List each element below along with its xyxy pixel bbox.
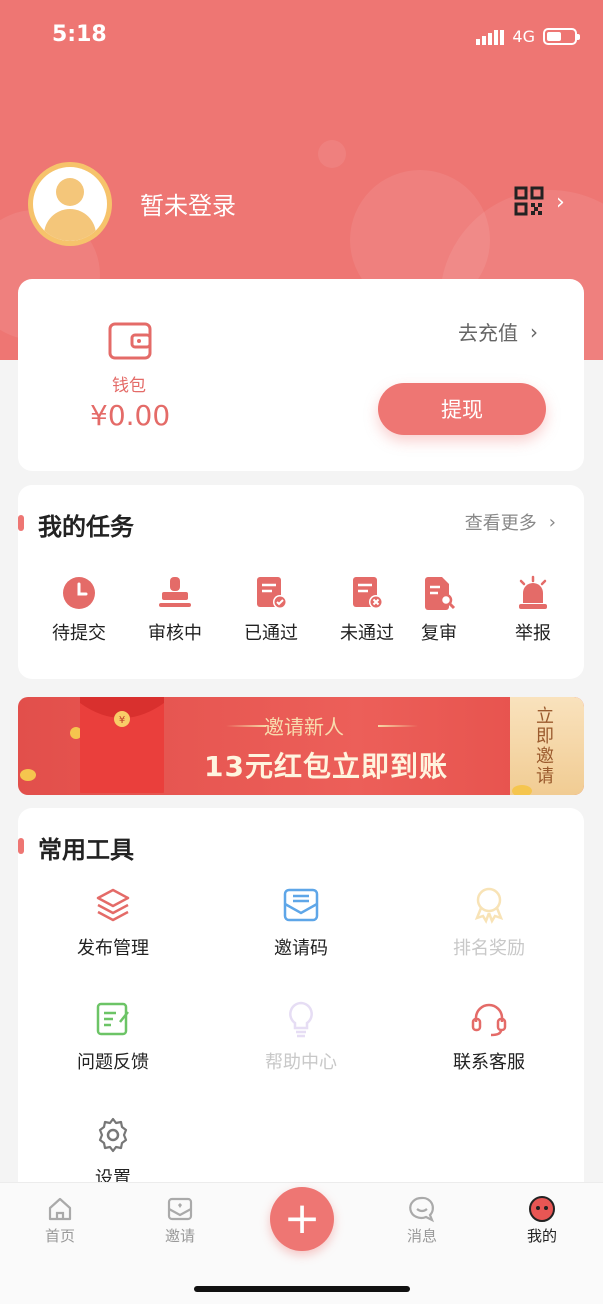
tool-invite-code[interactable]: 邀请码	[226, 886, 376, 960]
task-label: 待提交	[52, 623, 106, 644]
doc-approved-icon	[257, 577, 287, 609]
tab-label: 邀请	[164, 1227, 195, 1245]
tool-label: 排名奖励	[453, 938, 525, 959]
task-report[interactable]: 举报	[488, 575, 578, 645]
tab-profile[interactable]: 我的	[502, 1195, 582, 1246]
tool-feedback[interactable]: 问题反馈	[38, 1000, 188, 1074]
chevron-right-icon: ›	[548, 511, 556, 533]
tool-label: 问题反馈	[77, 1052, 149, 1073]
tab-label: 消息	[406, 1227, 437, 1245]
tool-label: 帮助中心	[265, 1052, 337, 1073]
signal-icon	[476, 29, 505, 45]
banner-divider	[226, 725, 266, 727]
wallet-card: 钱包 ¥0.00 去充值 › 提现	[18, 279, 584, 471]
task-reviewing[interactable]: 审核中	[130, 575, 220, 645]
banner-headline: 13元红包立即到账	[204, 750, 448, 783]
tasks-title: 我的任务	[38, 513, 134, 541]
medal-icon	[474, 887, 504, 924]
gear-icon	[98, 1117, 128, 1153]
view-more-link[interactable]: 查看更多 ›	[465, 509, 556, 535]
bottom-tab-bar: 首页 邀请 + 消息 我的	[0, 1182, 603, 1304]
tool-publish-manage[interactable]: 发布管理	[38, 886, 188, 960]
avatar[interactable]	[28, 162, 112, 246]
task-label: 复审	[421, 623, 457, 644]
chevron-right-icon: ›	[530, 319, 538, 344]
tool-label: 联系客服	[453, 1052, 525, 1073]
doc-search-icon	[425, 577, 456, 610]
banner-subtitle: 邀请新人	[264, 715, 344, 739]
tools-card: 常用工具 发布管理 邀请码 排名奖励 问题反馈 帮助中心 联系客服 设置	[18, 808, 584, 1190]
task-pending[interactable]: 待提交	[34, 575, 124, 645]
status-bar: 5:18 4G	[0, 0, 603, 72]
wallet-label: 钱包	[112, 376, 146, 396]
layers-icon	[96, 888, 130, 922]
tab-invite[interactable]: 邀请	[140, 1195, 220, 1246]
task-label: 举报	[515, 623, 551, 644]
invite-banner[interactable]: ¥ 邀请新人 13元红包立即到账 立即邀请	[18, 697, 584, 795]
user-icon	[33, 167, 107, 241]
qr-code-icon[interactable]	[514, 186, 544, 216]
home-indicator	[194, 1286, 410, 1292]
login-status[interactable]: 暂未登录	[140, 186, 236, 221]
section-marker	[18, 838, 24, 854]
clock-icon	[63, 577, 95, 609]
stamp-icon	[159, 577, 191, 607]
tab-label: 首页	[44, 1227, 75, 1245]
invite-icon	[167, 1197, 193, 1221]
tools-title: 常用工具	[38, 836, 134, 864]
envelope-icon	[283, 888, 319, 922]
profile-header[interactable]: 暂未登录 ›	[28, 160, 588, 246]
edit-icon	[96, 1002, 129, 1036]
task-label: 审核中	[148, 623, 202, 644]
recharge-label: 去充值	[458, 321, 518, 345]
task-label: 已通过	[244, 623, 298, 644]
status-indicators: 4G	[476, 27, 580, 46]
doc-rejected-icon	[353, 577, 383, 609]
section-marker	[18, 515, 24, 531]
add-button[interactable]: +	[270, 1187, 334, 1251]
recharge-link[interactable]: 去充值 ›	[458, 317, 538, 346]
chevron-right-icon[interactable]: ›	[556, 190, 565, 215]
banner-divider	[378, 725, 418, 727]
headset-icon	[471, 1003, 507, 1037]
alarm-icon	[519, 575, 547, 609]
tool-ranking-reward[interactable]: 排名奖励	[414, 886, 564, 960]
tool-label: 邀请码	[274, 938, 328, 959]
message-icon	[409, 1196, 435, 1223]
tool-settings[interactable]: 设置	[38, 1116, 188, 1190]
red-envelope-icon: ¥	[80, 697, 164, 793]
lightbulb-icon	[289, 1001, 313, 1038]
invite-now-ribbon[interactable]: 立即邀请	[510, 697, 584, 795]
tab-messages[interactable]: 消息	[382, 1195, 462, 1246]
coin-icon	[20, 769, 36, 781]
profile-icon	[529, 1196, 555, 1222]
invite-now-label: 立即邀请	[536, 706, 554, 787]
network-label: 4G	[512, 27, 535, 46]
withdraw-button[interactable]: 提现	[378, 383, 546, 435]
tool-label: 发布管理	[77, 938, 149, 959]
tasks-card: 我的任务 查看更多 › 待提交 审核中 已通过 未通过 复审 举报	[18, 485, 584, 679]
battery-icon	[543, 28, 580, 45]
task-approved[interactable]: 已通过	[226, 575, 316, 645]
task-re-review[interactable]: 复审	[394, 575, 484, 645]
tool-help-center[interactable]: 帮助中心	[226, 1000, 376, 1074]
svg-text:¥: ¥	[119, 715, 125, 726]
tool-customer-service[interactable]: 联系客服	[414, 1000, 564, 1074]
coin-icon	[512, 785, 532, 795]
wallet-icon	[108, 322, 152, 360]
view-more-label: 查看更多	[464, 513, 537, 534]
tab-label: 我的	[526, 1227, 557, 1245]
wallet-balance: ¥0.00	[90, 399, 171, 432]
tab-home[interactable]: 首页	[20, 1195, 100, 1246]
status-time: 5:18	[52, 22, 107, 47]
home-icon	[48, 1197, 72, 1221]
